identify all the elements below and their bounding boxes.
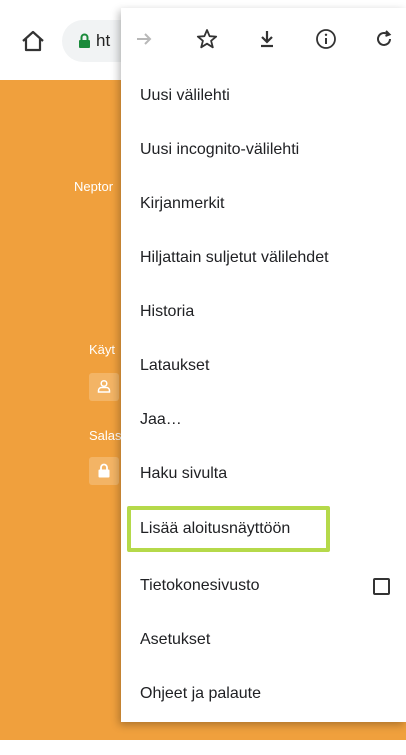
page-bottom — [0, 740, 406, 755]
url-text: ht — [96, 31, 111, 50]
overflow-menu: Uusi välilehti Uusi incognito-välilehti … — [121, 8, 406, 722]
menu-item-bookmarks[interactable]: Kirjanmerkit — [121, 177, 406, 231]
menu-item-share[interactable]: Jaa… — [121, 393, 406, 447]
lock-icon — [78, 33, 91, 54]
reload-icon[interactable] — [371, 26, 397, 52]
menu-item-incognito-tab[interactable]: Uusi incognito-välilehti — [121, 123, 406, 177]
menu-item-find-in-page[interactable]: Haku sivulta — [121, 447, 406, 501]
menu-item-new-tab[interactable]: Uusi välilehti — [121, 69, 406, 123]
home-icon[interactable] — [20, 28, 46, 54]
menu-item-label: Jaa… — [140, 411, 182, 428]
menu-item-label: Kirjanmerkit — [140, 195, 225, 212]
menu-item-label: Historia — [140, 303, 195, 320]
info-icon[interactable] — [313, 26, 339, 52]
password-field-icon — [89, 457, 119, 485]
menu-item-label: Uusi välilehti — [140, 87, 230, 104]
user-field-icon — [89, 373, 119, 401]
menu-item-downloads[interactable]: Lataukset — [121, 339, 406, 393]
username-label: Käyt — [89, 342, 116, 357]
menu-item-history[interactable]: Historia — [121, 285, 406, 339]
menu-item-label: Ohjeet ja palaute — [140, 685, 261, 702]
menu-item-label: Lisää aloitusnäyttöön — [140, 520, 291, 537]
menu-item-label: Lataukset — [140, 357, 210, 374]
forward-icon[interactable] — [131, 26, 157, 52]
brand-text: Neptor — [74, 179, 114, 194]
desktop-site-checkbox[interactable] — [373, 578, 390, 595]
menu-item-help-feedback[interactable]: Ohjeet ja palaute — [121, 667, 406, 721]
download-icon[interactable] — [254, 26, 280, 52]
menu-item-label: Hiljattain suljetut välilehdet — [140, 249, 329, 266]
menu-item-label: Tietokonesivusto — [140, 577, 260, 594]
padlock-icon — [98, 463, 110, 478]
menu-item-settings[interactable]: Asetukset — [121, 613, 406, 667]
menu-icon-row — [121, 8, 406, 70]
menu-item-label: Uusi incognito-välilehti — [140, 141, 300, 158]
user-icon — [97, 379, 111, 393]
star-icon[interactable] — [194, 26, 220, 52]
menu-item-label: Haku sivulta — [140, 465, 228, 482]
menu-item-desktop-site[interactable]: Tietokonesivusto — [121, 559, 406, 613]
menu-item-label: Asetukset — [140, 631, 211, 648]
menu-item-add-to-home-screen[interactable]: Lisää aloitusnäyttöön — [127, 506, 330, 552]
password-label: Salas — [89, 428, 122, 443]
menu-item-recent-tabs[interactable]: Hiljattain suljetut välilehdet — [121, 231, 406, 285]
